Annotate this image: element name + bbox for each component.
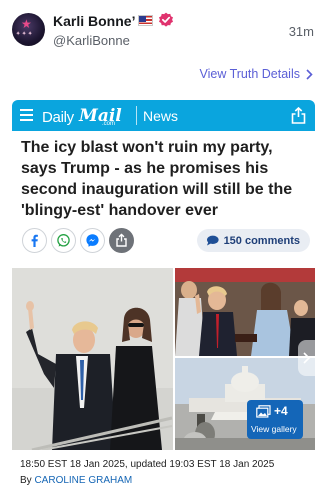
comments-button[interactable]: 150 comments <box>196 229 310 252</box>
whatsapp-icon <box>57 234 70 247</box>
chevron-right-icon <box>303 352 310 364</box>
couple-waving-image <box>12 268 173 450</box>
dailymail-header-bar: Daily Mail .com News <box>12 100 315 131</box>
author-link[interactable]: CAROLINE GRAHAM <box>34 475 132 486</box>
article-headline[interactable]: The icy blast won't ruin my party, says … <box>21 137 311 221</box>
logo-daily: Daily <box>42 109 74 126</box>
byline-prefix: By <box>20 475 32 486</box>
more-share-button[interactable] <box>109 228 134 253</box>
chevron-right-icon <box>306 68 313 80</box>
share-icon <box>116 233 127 247</box>
logo-mail: Mail <box>79 106 122 126</box>
messenger-icon <box>86 234 99 247</box>
share-row: 150 comments <box>20 228 310 256</box>
article-timestamp: 18:50 EST 18 Jan 2025, updated 19:03 EST… <box>20 459 275 470</box>
logo-dotcom: .com <box>102 121 116 127</box>
gallery-icon <box>256 405 271 418</box>
whatsapp-share-button[interactable] <box>51 228 76 253</box>
messenger-share-button[interactable] <box>80 228 105 253</box>
header-divider <box>136 106 137 125</box>
user-handle[interactable]: @KarliBonne <box>53 33 130 48</box>
avatar-art: ✦ ✦ ✦ <box>16 31 33 37</box>
post-timestamp: 31m <box>288 24 314 39</box>
profile-avatar[interactable]: ★ ✦ ✦ ✦ <box>12 13 45 46</box>
comment-bubble-icon <box>206 235 219 246</box>
next-photo-button[interactable] <box>298 340 315 376</box>
verified-badge-icon <box>159 12 173 27</box>
article-photo-main[interactable] <box>12 268 173 450</box>
article-card[interactable]: Daily Mail .com News The icy blast won't… <box>12 100 315 494</box>
facebook-icon <box>31 234 38 247</box>
oath-ceremony-image <box>175 268 315 356</box>
section-label: News <box>143 108 179 124</box>
avatar-star-icon: ★ <box>21 17 32 31</box>
article-byline: By CAROLINE GRAHAM <box>20 475 132 486</box>
view-gallery-button[interactable]: +4 View gallery <box>247 400 303 439</box>
view-details-label: View Truth Details <box>199 67 300 81</box>
display-name[interactable]: Karli Bonne’ <box>53 13 135 29</box>
us-flag-icon <box>138 15 153 26</box>
post-header: ★ ✦ ✦ ✦ Karli Bonne’ @KarliBonne 31m <box>0 0 327 62</box>
comments-count: 150 comments <box>223 234 300 247</box>
share-icon[interactable] <box>291 107 306 124</box>
view-truth-details-link[interactable]: View Truth Details <box>199 67 313 81</box>
facebook-share-button[interactable] <box>22 228 47 253</box>
gallery-count: +4 <box>274 404 288 418</box>
gallery-label: View gallery <box>251 424 297 434</box>
hamburger-menu-icon[interactable] <box>20 109 33 121</box>
article-photo-oath[interactable] <box>175 268 315 356</box>
